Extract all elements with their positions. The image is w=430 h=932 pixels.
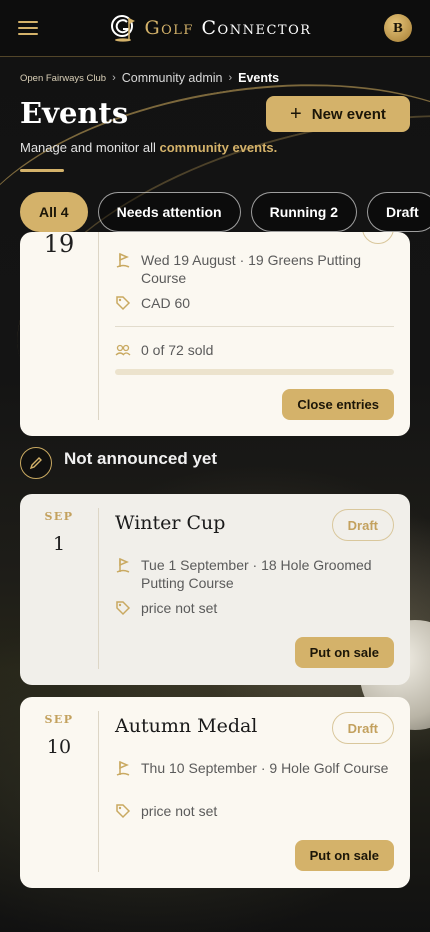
card-divider <box>115 326 394 327</box>
event-venue: Wed 19 August · 19 Greens Putting Course <box>115 251 395 287</box>
brand-name: Golf Connector <box>144 17 312 39</box>
event-day: 10 <box>46 736 72 758</box>
close-entries-button[interactable]: Close entries <box>282 389 394 420</box>
section-title: Not announced yet <box>64 449 218 468</box>
section-header: Not announced yet <box>20 447 217 479</box>
plus-icon: + <box>290 103 302 125</box>
event-card: 19 Wed 19 August · 19 Greens Putting Cou… <box>20 232 410 436</box>
event-venue: Thu 10 September · 9 Hole Golf Course <box>115 759 395 778</box>
event-price: price not set <box>115 599 395 617</box>
put-on-sale-button[interactable]: Put on sale <box>294 840 394 871</box>
avatar[interactable]: B <box>383 14 412 42</box>
event-price: CAD 60 <box>115 294 395 312</box>
golf-flag-icon <box>116 252 130 268</box>
status-badge: Draft <box>331 712 394 744</box>
pencil-icon <box>20 447 52 479</box>
breadcrumb-club-link[interactable]: Open Fairways Club <box>20 73 106 84</box>
filter-all[interactable]: All 4 <box>20 192 88 232</box>
status-badge <box>362 232 394 244</box>
golf-flag-icon <box>116 557 130 573</box>
menu-icon[interactable] <box>18 20 38 36</box>
event-month: SEP <box>44 510 74 523</box>
brand[interactable]: Golf Connector <box>110 13 311 43</box>
status-badge: Draft <box>331 509 394 541</box>
put-on-sale-button[interactable]: Put on sale <box>294 637 394 668</box>
event-date: 19 <box>20 232 98 258</box>
event-card[interactable]: SEP 1 Winter Cup Draft Tue 1 September ·… <box>20 494 410 685</box>
title-underline <box>20 169 64 172</box>
tickets-sold: 0 of 72 sold <box>115 341 395 359</box>
filter-draft[interactable]: Draft <box>367 192 430 232</box>
date-divider <box>98 711 99 872</box>
community-events-link[interactable]: community events. <box>159 140 277 155</box>
people-icon <box>115 344 131 356</box>
event-venue: Tue 1 September · 18 Hole Groomed Puttin… <box>115 556 395 592</box>
chevron-right-icon: › <box>228 72 233 84</box>
event-title: Autumn Medal <box>115 715 258 737</box>
filter-needs-attention[interactable]: Needs attention <box>97 192 241 232</box>
event-title: Winter Cup <box>115 512 226 534</box>
event-day: 19 <box>43 232 75 258</box>
filter-running[interactable]: Running 2 <box>250 192 358 232</box>
date-divider <box>98 232 99 420</box>
event-card[interactable]: SEP 10 Autumn Medal Draft Thu 10 Septemb… <box>20 697 410 888</box>
sales-progress-bar <box>115 369 394 375</box>
breadcrumb-admin-link[interactable]: Community admin <box>122 71 223 85</box>
page-subtitle: Manage and monitor all community events. <box>20 140 278 155</box>
price-tag-icon <box>116 601 131 616</box>
new-event-button[interactable]: + New event <box>266 96 410 132</box>
breadcrumb: Open Fairways Club › Community admin › E… <box>20 71 279 85</box>
event-month: SEP <box>44 713 74 726</box>
event-date: SEP 10 <box>20 713 98 758</box>
date-divider <box>98 508 99 669</box>
filter-chips: All 4 Needs attention Running 2 Draft <box>20 192 430 232</box>
breadcrumb-current: Events <box>238 71 280 85</box>
event-date: SEP 1 <box>20 510 98 555</box>
golf-flag-icon <box>116 760 130 776</box>
event-day: 1 <box>52 533 66 555</box>
event-price: price not set <box>115 802 395 820</box>
app-header: Golf Connector B <box>0 0 430 57</box>
price-tag-icon <box>116 296 131 311</box>
golf-connector-logo-icon <box>111 15 136 42</box>
page-title: Events <box>20 96 129 130</box>
chevron-right-icon: › <box>112 72 116 84</box>
price-tag-icon <box>116 804 131 819</box>
